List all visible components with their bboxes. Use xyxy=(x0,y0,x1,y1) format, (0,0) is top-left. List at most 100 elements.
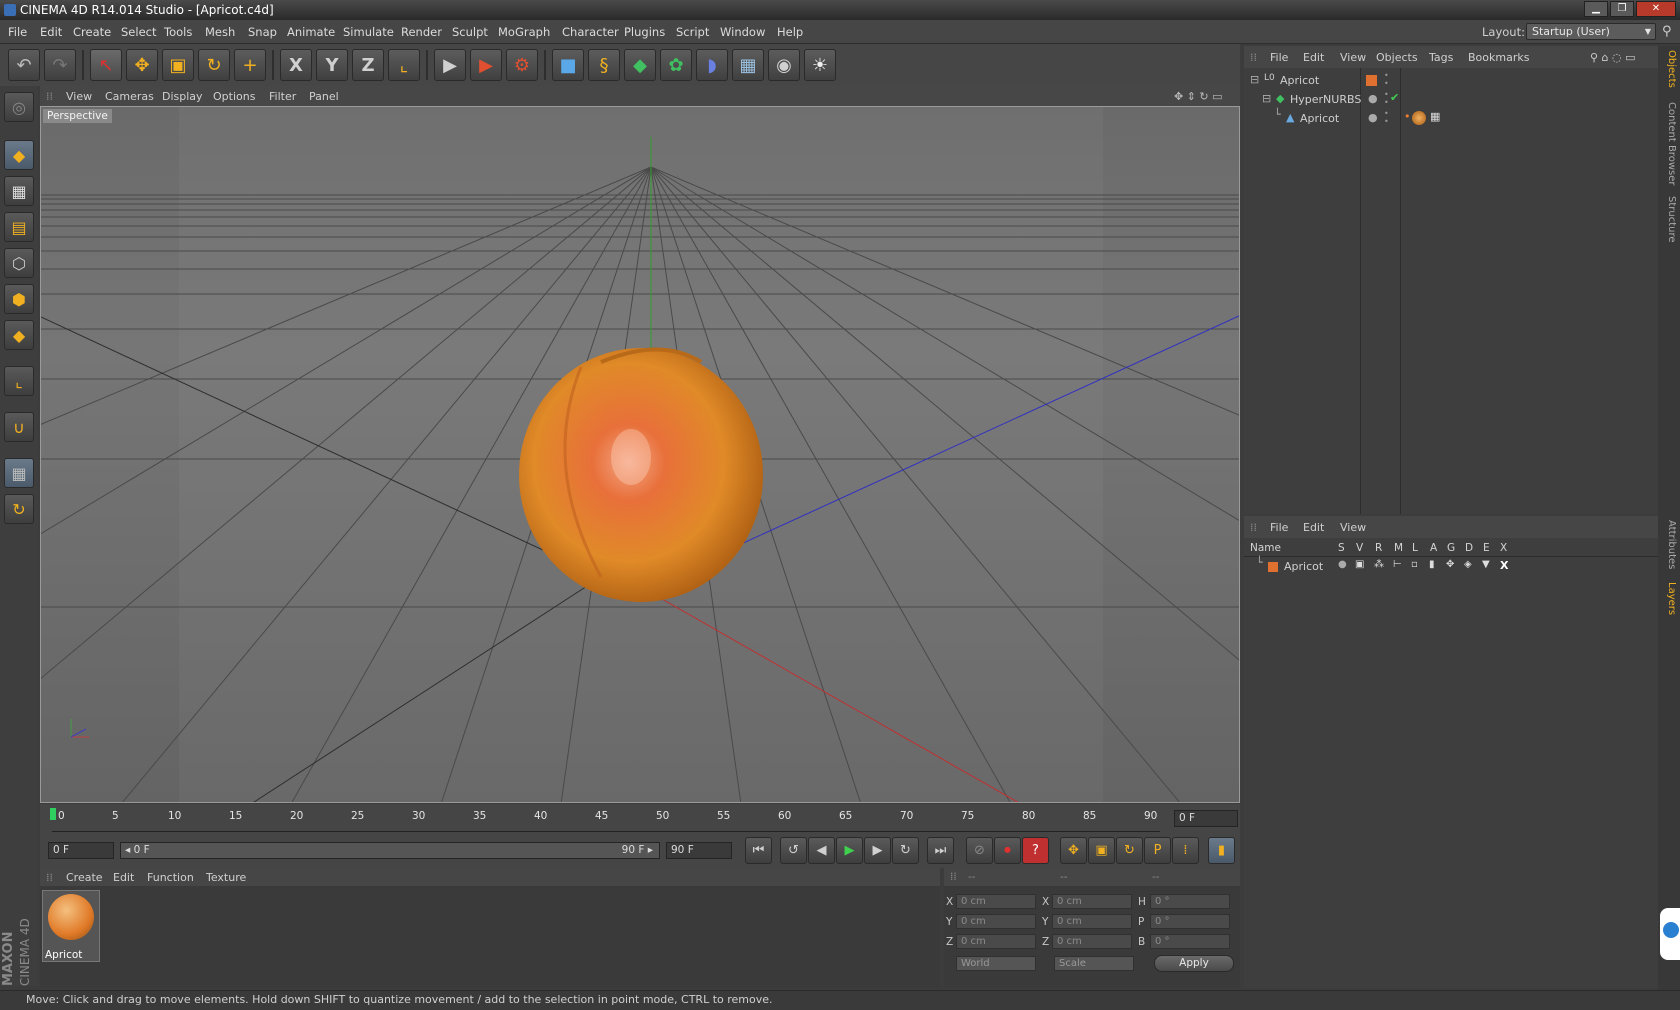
menu-character[interactable]: Character xyxy=(562,25,619,39)
material-menu-create[interactable]: Create xyxy=(66,871,103,884)
objects-menu-objects[interactable]: Objects xyxy=(1376,51,1418,64)
size-y-field[interactable]: 0 cm xyxy=(1052,914,1132,929)
expressions-toggle-icon[interactable]: ▼ xyxy=(1482,559,1490,570)
scale-icon[interactable]: ▣ xyxy=(162,49,194,81)
nurbs-icon[interactable]: ◆ xyxy=(624,49,656,81)
expand-icon[interactable]: ⊟ xyxy=(1250,73,1259,86)
previous-frame-icon[interactable]: ◀ xyxy=(808,837,835,864)
spline-icon[interactable]: § xyxy=(588,49,620,81)
xref-toggle-icon[interactable]: X xyxy=(1500,559,1508,572)
menu-window[interactable]: Window xyxy=(720,25,765,39)
phong-tag-icon[interactable]: • xyxy=(1404,110,1411,123)
visibility-dots[interactable]: • • xyxy=(1384,72,1389,88)
material-swatch[interactable]: Apricot xyxy=(42,890,100,962)
menu-tools[interactable]: Tools xyxy=(164,25,192,39)
key-rotation-icon[interactable]: ↻ xyxy=(1116,837,1143,864)
menu-edit[interactable]: Edit xyxy=(40,25,62,39)
y-axis-icon[interactable]: Y xyxy=(316,49,348,81)
position-z-field[interactable]: 0 cm xyxy=(956,934,1036,949)
menu-sculpt[interactable]: Sculpt xyxy=(452,25,488,39)
snap-magnet-icon[interactable]: ∪ xyxy=(4,412,34,442)
object-row[interactable]: └ ▲ Apricot ● • • • ▦ xyxy=(1244,108,1658,129)
record-icon[interactable]: ⏺ xyxy=(994,837,1021,864)
rotate-icon[interactable]: ↻ xyxy=(198,49,230,81)
menu-animate[interactable]: Animate xyxy=(287,25,335,39)
solo-toggle-icon[interactable]: ● xyxy=(1338,559,1347,570)
object-name[interactable]: Apricot xyxy=(1280,74,1319,87)
play-icon[interactable]: ▶ xyxy=(836,837,863,864)
animation-toggle-icon[interactable]: ▮ xyxy=(1429,559,1435,570)
coordinate-space-select[interactable]: World xyxy=(956,956,1036,971)
playhead-marker[interactable] xyxy=(50,808,56,820)
objects-menu-edit[interactable]: Edit xyxy=(1303,51,1324,64)
size-x-field[interactable]: 0 cm xyxy=(1052,894,1132,909)
lock-toggle-icon[interactable]: ▫ xyxy=(1411,559,1418,570)
objects-menu-tags[interactable]: Tags xyxy=(1429,51,1453,64)
apricot-model[interactable] xyxy=(519,347,763,602)
layer-color-swatch[interactable] xyxy=(1268,562,1278,572)
menu-select[interactable]: Select xyxy=(121,25,156,39)
tab-structure[interactable]: Structure xyxy=(1661,196,1677,243)
tab-objects[interactable]: Objects xyxy=(1661,50,1677,88)
material-menu-texture[interactable]: Texture xyxy=(206,871,246,884)
make-editable-icon[interactable]: ◎ xyxy=(4,92,34,122)
menu-render[interactable]: Render xyxy=(401,25,442,39)
object-row[interactable]: ⊟ ◆ HyperNURBS ● • • ✔ xyxy=(1244,91,1658,110)
layout-select[interactable]: Startup (User) xyxy=(1526,23,1656,40)
next-frame-icon[interactable]: ▶ xyxy=(864,837,891,864)
texture-mode-icon[interactable]: ▦ xyxy=(4,176,34,206)
polygons-mode-icon[interactable]: ◆ xyxy=(4,320,34,350)
menu-script[interactable]: Script xyxy=(676,25,709,39)
timeline-ruler[interactable]: 0 5 10 15 20 25 30 35 40 45 50 55 60 65 … xyxy=(40,804,1240,834)
objects-menu-file[interactable]: File xyxy=(1270,51,1288,64)
material-tag-icon[interactable] xyxy=(1412,111,1426,125)
frame-range-slider[interactable]: ◂ 0 F 90 F ▸ xyxy=(120,842,660,859)
layer-name[interactable]: Apricot xyxy=(1284,560,1323,573)
array-icon[interactable]: ✿ xyxy=(660,49,692,81)
menu-mesh[interactable]: Mesh xyxy=(205,25,235,39)
deformers-toggle-icon[interactable]: ◈ xyxy=(1464,559,1472,570)
move-icon[interactable]: ✥ xyxy=(126,49,158,81)
teamviewer-icon[interactable] xyxy=(1660,908,1680,960)
rotation-b-field[interactable]: 0 ° xyxy=(1150,934,1230,949)
goto-end-icon[interactable]: ⏭ xyxy=(927,837,954,864)
layers-menu-view[interactable]: View xyxy=(1340,521,1366,534)
menu-mograph[interactable]: MoGraph xyxy=(498,25,550,39)
tab-content-browser[interactable]: Content Browser xyxy=(1661,102,1677,185)
menu-plugins[interactable]: Plugins xyxy=(624,25,665,39)
live-selection-icon[interactable]: ↖ xyxy=(90,49,122,81)
key-pla-icon[interactable]: ⁞ xyxy=(1172,837,1199,864)
view-toggle-icon[interactable]: ▣ xyxy=(1355,559,1364,570)
add-icon[interactable]: + xyxy=(234,49,266,81)
render-toggle-icon[interactable]: ⁂ xyxy=(1374,559,1384,570)
layer-row[interactable]: └ Apricot ● ▣ ⁂ ⊢ ▫ ▮ ✥ ◈ ▼ X xyxy=(1244,556,1658,577)
viewport-menu-cameras[interactable]: Cameras xyxy=(105,90,154,103)
size-z-field[interactable]: 0 cm xyxy=(1052,934,1132,949)
undo-icon[interactable]: ↶ xyxy=(8,49,40,81)
minimize-button[interactable]: ▁ xyxy=(1584,1,1608,17)
camera-icon[interactable]: ◉ xyxy=(768,49,800,81)
coordinate-system-icon[interactable]: ⌞ xyxy=(388,49,420,81)
x-axis-icon[interactable]: X xyxy=(280,49,312,81)
menu-simulate[interactable]: Simulate xyxy=(343,25,394,39)
tab-attributes[interactable]: Attributes xyxy=(1661,520,1677,569)
redo-icon[interactable]: ↷ xyxy=(44,49,76,81)
objects-menu-bookmarks[interactable]: Bookmarks xyxy=(1468,51,1529,64)
z-axis-icon[interactable]: Z xyxy=(352,49,384,81)
next-key-icon[interactable]: ↻ xyxy=(892,837,919,864)
viewport-menu-view[interactable]: View xyxy=(66,90,92,103)
object-name[interactable]: Apricot xyxy=(1300,112,1339,125)
apply-button[interactable]: Apply xyxy=(1154,955,1234,972)
key-scale-icon[interactable]: ▣ xyxy=(1088,837,1115,864)
object-row[interactable]: ⊟ L0 Apricot • • xyxy=(1244,72,1658,91)
maximize-button[interactable]: ❐ xyxy=(1610,1,1634,17)
deformer-icon[interactable]: ◗ xyxy=(696,49,728,81)
generators-toggle-icon[interactable]: ✥ xyxy=(1446,559,1454,570)
coordinate-mode-select[interactable]: Scale xyxy=(1054,956,1134,971)
axis-mode-icon[interactable]: ⌞ xyxy=(4,366,34,396)
render-settings-icon[interactable]: ⚙ xyxy=(506,49,538,81)
menu-snap[interactable]: Snap xyxy=(248,25,277,39)
end-frame-field[interactable]: 90 F xyxy=(666,842,732,859)
rotation-h-field[interactable]: 0 ° xyxy=(1150,894,1230,909)
menu-file[interactable]: File xyxy=(8,25,27,39)
